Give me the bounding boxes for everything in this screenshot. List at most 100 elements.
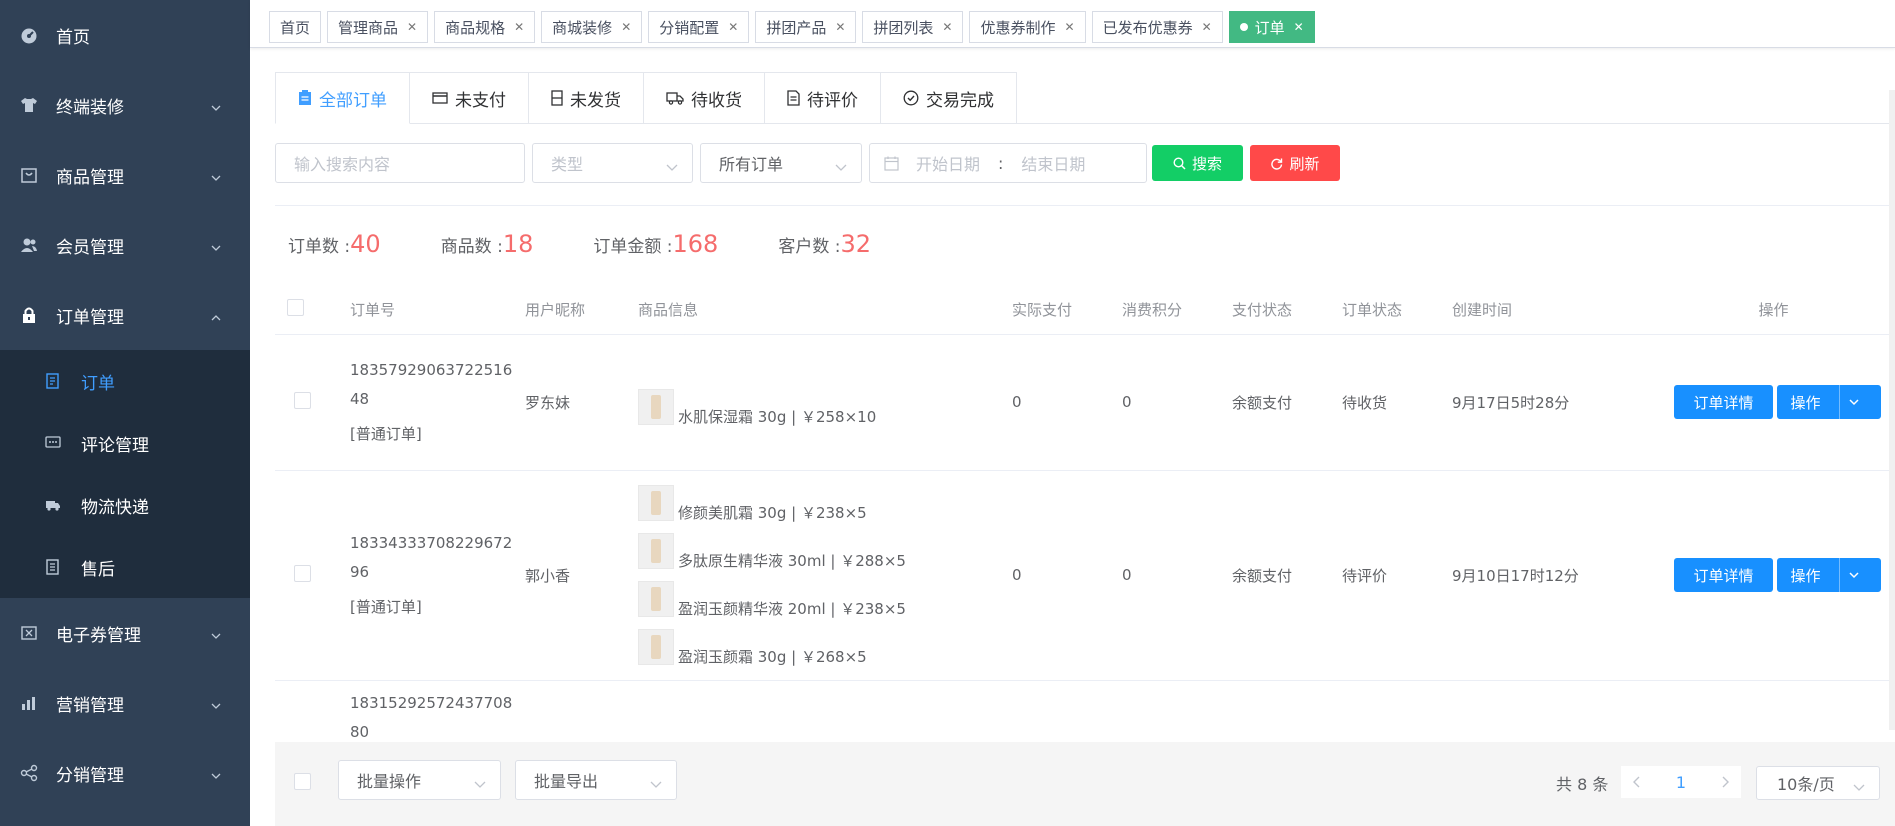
chevron-down-icon	[210, 697, 222, 717]
tag-home[interactable]: 首页	[269, 11, 322, 43]
close-icon[interactable]: ✕	[1294, 20, 1304, 34]
tag-group-products[interactable]: 拼团产品 ✕	[755, 11, 857, 43]
sidebar-item-marketing[interactable]: 营销管理	[0, 668, 250, 738]
stat-customers: 客户数 :32	[778, 230, 871, 258]
check-circle-icon	[903, 90, 919, 106]
share-icon	[20, 764, 38, 782]
sidebar-subitem-label: 评论管理	[81, 435, 149, 456]
pay-status-cell: 余额支付	[1232, 470, 1342, 681]
date-range-picker[interactable]: 开始日期 : 结束日期	[869, 143, 1147, 183]
close-icon[interactable]: ✕	[621, 20, 631, 34]
sidebar-item-goods[interactable]: 商品管理	[0, 140, 250, 210]
close-icon[interactable]: ✕	[407, 20, 417, 34]
date-separator: :	[998, 153, 1004, 173]
order-detail-button[interactable]: 订单详情	[1674, 385, 1773, 419]
type-select[interactable]: 类型	[532, 143, 693, 183]
stats-bar: 订单数 :40 商品数 :18 订单金额 :168 客户数 :32	[288, 230, 931, 258]
tag-coupon-make[interactable]: 优惠券制作 ✕	[969, 11, 1086, 43]
active-dot-icon	[1239, 23, 1248, 31]
sidebar-subitem-order[interactable]: 订单	[0, 350, 250, 412]
pagination-total: 共 8 条	[1556, 775, 1609, 794]
tag-manage-goods[interactable]: 管理商品 ✕	[327, 11, 429, 43]
tags-view: 首页 管理商品 ✕ 商品规格 ✕ 商城装修 ✕ 分销配置 ✕ 拼团产品 ✕ 拼团列表 ✕ 优…	[250, 0, 1895, 48]
tab-unshipped[interactable]: 未发货	[529, 72, 644, 124]
row-checkbox[interactable]	[294, 564, 311, 582]
chevron-down-icon	[474, 775, 486, 794]
chevron-down-icon[interactable]	[1838, 385, 1868, 419]
goods-item: 盈润玉颜霜 30g | ￥268×5	[638, 623, 1012, 671]
tab-all-orders[interactable]: 全部订单	[275, 72, 410, 124]
truck-icon	[666, 91, 684, 105]
tab-to-receive[interactable]: 待收货	[644, 72, 765, 124]
sidebar-item-label: 电子券管理	[56, 625, 141, 646]
tag-distribution-config[interactable]: 分销配置 ✕	[648, 11, 750, 43]
sidebar-item-label: 订单管理	[56, 307, 124, 328]
tag-group-list[interactable]: 拼团列表 ✕	[862, 11, 964, 43]
goods-cell: 水肌保湿霜 30g | ￥258×10	[638, 334, 1012, 471]
col-order-status: 订单状态	[1342, 286, 1452, 335]
footer-select-checkbox[interactable]	[294, 773, 311, 790]
tag-label: 订单	[1254, 18, 1285, 37]
truck-icon	[45, 497, 61, 513]
page-number-current[interactable]: 1	[1653, 766, 1709, 798]
goods-text: 水肌保湿霜 30g | ￥258×10	[678, 407, 877, 426]
pay-status-cell: 余额支付	[1232, 334, 1342, 471]
table-row: 18357929063722516 48 [普通订单] 罗东妹 水肌保湿霜 30g …	[275, 334, 1895, 471]
points-cell: 0	[1122, 334, 1232, 471]
refresh-button-label: 刷新	[1289, 154, 1320, 173]
batch-operation-select[interactable]: 批量操作	[338, 760, 501, 800]
col-pay: 实际支付	[1012, 286, 1122, 335]
tab-to-review[interactable]: 待评价	[765, 72, 881, 124]
product-thumbnail	[638, 533, 674, 569]
close-icon[interactable]: ✕	[835, 20, 845, 34]
search-button[interactable]: 搜索	[1152, 145, 1243, 181]
search-input[interactable]: 输入搜索内容	[275, 143, 525, 183]
stat-label: 商品数 :	[440, 237, 503, 257]
stat-orders: 订单数 :40	[288, 230, 381, 258]
sidebar-subitem-aftersale[interactable]: 售后	[0, 536, 250, 598]
sidebar-item-ecoupon[interactable]: 电子券管理	[0, 598, 250, 668]
order-status-cell: 待收货	[1342, 334, 1452, 471]
next-page-button[interactable]	[1709, 766, 1741, 798]
sidebar-item-decoration[interactable]: 终端装修	[0, 70, 250, 140]
tag-coupon-published[interactable]: 已发布优惠券 ✕	[1091, 11, 1223, 43]
select-all-checkbox[interactable]	[287, 299, 304, 317]
row-checkbox[interactable]	[294, 391, 311, 409]
sidebar-item-distribution[interactable]: 分销管理	[0, 738, 250, 808]
close-icon[interactable]: ✕	[942, 20, 952, 34]
tab-label: 未支付	[455, 90, 506, 111]
close-icon[interactable]: ✕	[1065, 20, 1075, 34]
operation-dropdown[interactable]: 操作	[1777, 385, 1881, 419]
order-type-select[interactable]: 所有订单	[700, 143, 862, 183]
ops-cell: 订单详情 操作	[1652, 334, 1895, 471]
stat-amount: 订单金额 :168	[593, 230, 718, 258]
sidebar-item-members[interactable]: 会员管理	[0, 210, 250, 280]
tag-goods-spec[interactable]: 商品规格 ✕	[434, 11, 536, 43]
sidebar-item-orders[interactable]: 订单管理	[0, 280, 250, 350]
prev-page-button[interactable]	[1621, 766, 1653, 798]
tab-completed[interactable]: 交易完成	[881, 72, 1017, 124]
operation-dropdown[interactable]: 操作	[1777, 558, 1881, 592]
close-icon[interactable]: ✕	[514, 20, 524, 34]
tag-orders[interactable]: 订单 ✕	[1228, 11, 1315, 43]
stat-value: 32	[840, 230, 872, 258]
sidebar-subitem-comments[interactable]: 评论管理	[0, 412, 250, 474]
scrollbar[interactable]	[1889, 90, 1895, 730]
orders-content: 全部订单 未支付 未发货 待收货 待评价 交易完成 输入搜索内容 类型 所有订单…	[275, 72, 1895, 761]
refresh-icon	[1270, 157, 1283, 170]
sidebar-subitem-logistics[interactable]: 物流快递	[0, 474, 250, 536]
sidebar-item-label: 会员管理	[56, 237, 124, 258]
batch-export-select[interactable]: 批量导出	[515, 760, 677, 800]
sidebar-item-label: 商品管理	[56, 167, 124, 188]
order-detail-button[interactable]: 订单详情	[1674, 558, 1773, 592]
dashboard-icon	[20, 26, 38, 44]
tab-unpaid[interactable]: 未支付	[410, 72, 529, 124]
sidebar-item-home[interactable]: 首页	[0, 0, 250, 70]
refresh-button[interactable]: 刷新	[1250, 145, 1340, 181]
chevron-down-icon[interactable]	[1838, 558, 1868, 592]
page-size-select[interactable]: 10条/页	[1756, 766, 1880, 800]
close-icon[interactable]: ✕	[1202, 20, 1212, 34]
close-icon[interactable]: ✕	[728, 20, 738, 34]
tag-label: 商品规格	[445, 18, 506, 37]
tag-mall-decoration[interactable]: 商城装修 ✕	[541, 11, 643, 43]
